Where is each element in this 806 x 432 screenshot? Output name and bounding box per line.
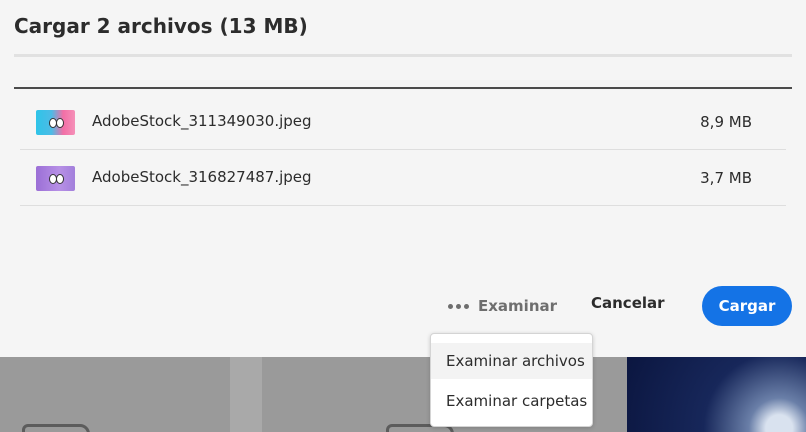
background-tile xyxy=(0,357,230,432)
file-name: AdobeStock_311349030.jpeg xyxy=(92,112,312,130)
title-divider xyxy=(14,54,792,57)
cancel-button[interactable]: Cancelar xyxy=(591,294,665,312)
background-image-tile xyxy=(627,357,806,432)
file-row: AdobeStock_316827487.jpeg 3,7 MB xyxy=(20,150,786,206)
menu-item-browse-folders[interactable]: Examinar carpetas xyxy=(431,383,592,419)
file-thumbnail xyxy=(36,110,75,135)
browse-label: Examinar xyxy=(478,297,558,315)
list-divider xyxy=(14,87,792,89)
dialog-title: Cargar 2 archivos (13 MB) xyxy=(14,14,308,38)
file-name: AdobeStock_316827487.jpeg xyxy=(92,168,312,186)
upload-dialog: Cargar 2 archivos (13 MB) AdobeStock_311… xyxy=(0,0,806,357)
file-thumbnail xyxy=(36,166,75,191)
browse-button[interactable]: Examinar xyxy=(448,294,557,318)
more-icon xyxy=(448,303,469,309)
browse-menu: Examinar archivos Examinar carpetas xyxy=(430,333,593,427)
menu-item-browse-files[interactable]: Examinar archivos xyxy=(431,343,592,379)
file-size: 3,7 MB xyxy=(700,169,752,187)
file-row: AdobeStock_311349030.jpeg 8,9 MB xyxy=(20,94,786,150)
upload-button[interactable]: Cargar xyxy=(702,286,792,326)
background-gap xyxy=(230,357,262,432)
file-size: 8,9 MB xyxy=(700,113,752,131)
folder-icon xyxy=(22,424,90,432)
